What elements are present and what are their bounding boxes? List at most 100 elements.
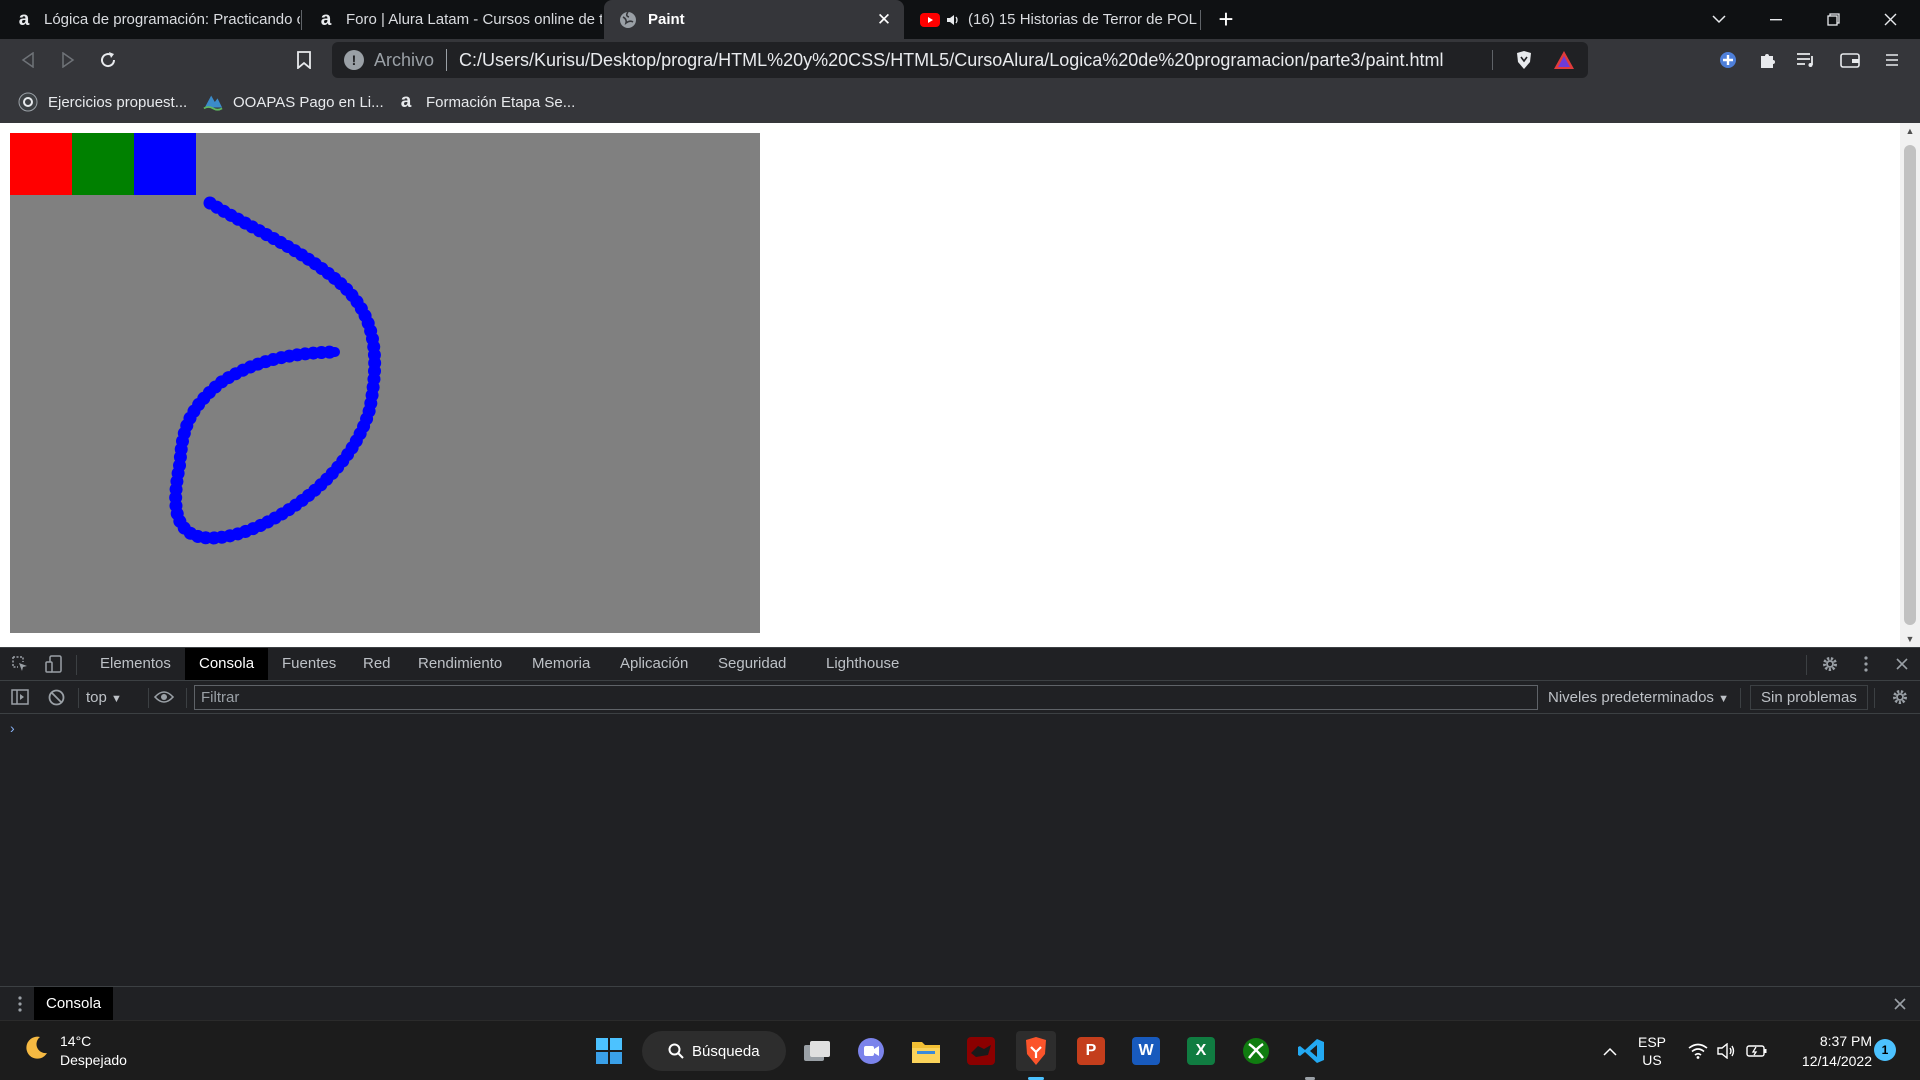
console-settings-icon[interactable] <box>1886 681 1914 713</box>
file-explorer-icon[interactable] <box>906 1031 946 1071</box>
brave-rewards-icon[interactable] <box>1552 42 1576 78</box>
restore-button[interactable] <box>1805 0 1861 39</box>
windows-taskbar: 14°C Despejado Búsqueda P W X ESP US 8:3… <box>0 1020 1920 1080</box>
taskbar-search[interactable]: Búsqueda <box>642 1031 786 1071</box>
drawer-menu-icon[interactable] <box>6 987 34 1020</box>
battery-charging-icon[interactable] <box>1744 1021 1770 1080</box>
minimize-button[interactable] <box>1748 0 1804 39</box>
log-levels-dropdown[interactable]: Niveles predeterminados ▼ <box>1548 681 1729 714</box>
scroll-up-arrow[interactable]: ▲ <box>1900 123 1920 139</box>
extensions-puzzle-icon[interactable] <box>1752 45 1784 75</box>
page-scrollbar[interactable]: ▲ ▼ <box>1900 123 1920 647</box>
weather-temp: 14°C <box>60 1033 92 1049</box>
tab-seguridad[interactable]: Seguridad <box>704 648 800 680</box>
tab-search-chevron-icon[interactable] <box>1691 0 1747 39</box>
device-toolbar-icon[interactable] <box>40 648 68 680</box>
bookmark-ejercicios[interactable]: Ejercicios propuest... <box>18 90 187 114</box>
show-hidden-icons-chevron[interactable] <box>1596 1021 1624 1080</box>
scroll-down-arrow[interactable]: ▼ <box>1900 631 1920 647</box>
tab-rendimiento[interactable]: Rendimiento <box>404 648 516 680</box>
devtools-tabbar: Elementos Consola Fuentes Red Rendimient… <box>0 648 1920 681</box>
bookmark-label: OOAPAS Pago en Li... <box>233 93 384 111</box>
tab-strip: a Lógica de programación: Practicando c … <box>0 0 1920 39</box>
speaker-icon[interactable] <box>946 13 960 27</box>
tab-memoria[interactable]: Memoria <box>518 648 604 680</box>
address-bar[interactable]: ! Archivo C:/Users/Kurisu/Desktop/progra… <box>332 42 1588 78</box>
excel-icon[interactable]: X <box>1181 1031 1221 1071</box>
tab-paint[interactable]: Paint ✕ <box>604 0 904 39</box>
devtools-panel: Elementos Consola Fuentes Red Rendimient… <box>0 647 1920 986</box>
tab-red[interactable]: Red <box>349 648 405 680</box>
extension-icon[interactable] <box>1712 45 1744 75</box>
tab-aplicacion[interactable]: Aplicación <box>606 648 702 680</box>
notification-badge[interactable]: 1 <box>1874 1039 1896 1061</box>
drawing-layer <box>169 196 382 545</box>
forward-button[interactable] <box>52 45 84 75</box>
vscode-icon[interactable] <box>1291 1031 1331 1071</box>
live-expression-eye-icon[interactable] <box>150 681 178 713</box>
settings-gear-icon[interactable] <box>1816 648 1844 680</box>
xbox-icon[interactable] <box>1236 1031 1276 1071</box>
search-icon <box>668 1043 684 1059</box>
devtools-drawer: Consola <box>0 986 1920 1020</box>
volume-icon[interactable] <box>1714 1021 1738 1080</box>
toolbar-separator <box>186 688 187 708</box>
task-view-icon[interactable] <box>797 1031 837 1071</box>
menu-icon[interactable] <box>1876 45 1908 75</box>
console-filter-input[interactable] <box>194 685 1538 710</box>
close-window-button[interactable] <box>1862 0 1918 39</box>
word-tile: W <box>1132 1037 1160 1065</box>
tab-lighthouse[interactable]: Lighthouse <box>812 648 913 680</box>
bookmark-formacion[interactable]: a Formación Etapa Se... <box>396 90 576 114</box>
brave-shield-icon[interactable] <box>1512 42 1536 78</box>
tab-separator <box>1200 10 1201 30</box>
reload-button[interactable] <box>92 45 124 75</box>
game-app-icon[interactable] <box>961 1031 1001 1071</box>
drawn-stroke-core <box>170 198 380 543</box>
scrollbar-thumb[interactable] <box>1904 145 1916 625</box>
brave-browser-icon[interactable] <box>1016 1031 1056 1071</box>
clear-console-icon[interactable] <box>42 681 70 713</box>
paint-canvas[interactable] <box>10 133 760 633</box>
tab-foro[interactable]: a Foro | Alura Latam - Cursos online de … <box>302 0 602 39</box>
start-button[interactable] <box>589 1031 629 1071</box>
tab-logica[interactable]: a Lógica de programación: Practicando c <box>0 0 300 39</box>
new-tab-button[interactable]: + <box>1212 3 1240 35</box>
back-button[interactable] <box>12 45 44 75</box>
tab-youtube[interactable]: (16) 15 Historias de Terror de POLI <box>906 0 1198 39</box>
close-devtools-icon[interactable] <box>1888 648 1916 680</box>
inspect-element-icon[interactable] <box>6 648 34 680</box>
game-app-tile <box>967 1037 995 1065</box>
issues-button[interactable]: Sin problemas <box>1750 685 1868 710</box>
wallet-icon[interactable] <box>1834 45 1866 75</box>
media-playlist-icon[interactable] <box>1790 45 1822 75</box>
console-toolbar: top ▼ Niveles predeterminados ▼ Sin prob… <box>0 681 1920 714</box>
bookmark-icon[interactable] <box>288 45 320 75</box>
moon-icon <box>22 1034 50 1069</box>
toolbar-separator <box>1740 688 1741 708</box>
sidebar-toggle-icon[interactable] <box>6 681 34 713</box>
weather-widget[interactable]: 14°C Despejado <box>22 1031 127 1071</box>
close-drawer-icon[interactable] <box>1886 987 1914 1020</box>
clock[interactable]: 8:37 PM 12/14/2022 <box>1780 1031 1872 1071</box>
context-selector[interactable]: top ▼ <box>86 681 122 714</box>
excel-tile: X <box>1187 1037 1215 1065</box>
more-options-icon[interactable] <box>1852 648 1880 680</box>
wifi-icon[interactable] <box>1686 1021 1710 1080</box>
powerpoint-icon[interactable]: P <box>1071 1031 1111 1071</box>
tab-elementos[interactable]: Elementos <box>86 648 185 680</box>
close-tab-icon[interactable]: ✕ <box>872 10 896 30</box>
clock-time: 8:37 PM <box>1819 1033 1872 1049</box>
tab-fuentes[interactable]: Fuentes <box>268 648 350 680</box>
bookmark-ooapas[interactable]: OOAPAS Pago en Li... <box>203 90 384 114</box>
info-icon[interactable]: ! <box>344 50 364 70</box>
console-prompt[interactable]: › <box>10 720 15 736</box>
url-text[interactable]: C:/Users/Kurisu/Desktop/progra/HTML%20y%… <box>459 50 1489 71</box>
scheme-label: Archivo <box>374 49 435 70</box>
teams-chat-icon[interactable] <box>851 1031 891 1071</box>
word-icon[interactable]: W <box>1126 1031 1166 1071</box>
tab-consola[interactable]: Consola <box>185 648 269 680</box>
toolbar-separator <box>76 655 77 675</box>
drawer-tab-consola[interactable]: Consola <box>34 987 114 1020</box>
language-indicator[interactable]: ESP US <box>1632 1021 1672 1080</box>
